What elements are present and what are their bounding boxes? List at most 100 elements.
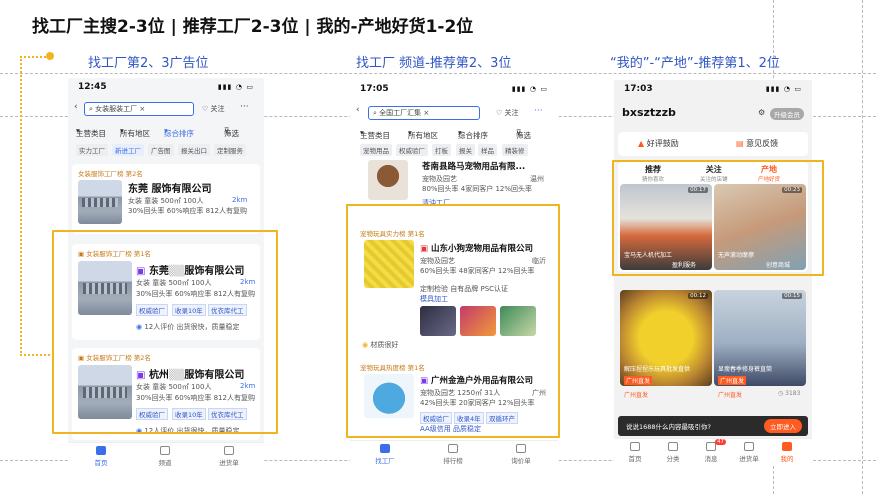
rate-value: 60% <box>166 207 183 215</box>
bottom-tab-bar: 首页 分类 消息 47 进货单 我的 <box>614 438 812 466</box>
chip[interactable]: 定制服务 <box>214 144 246 156</box>
video-card[interactable]: 00:12 解压捏捏乐玩具批发直供 广州直发 <box>620 290 712 386</box>
chip[interactable]: 实力工厂 <box>76 144 108 156</box>
clear-icon[interactable]: × <box>137 105 145 113</box>
filter-label: 主营类目 <box>360 131 390 140</box>
follow-button[interactable]: ♡ 关注 <box>202 104 225 114</box>
company-city: 东莞 <box>128 184 148 195</box>
guide-line <box>0 73 876 74</box>
area: 500㎡ <box>160 197 181 205</box>
more-icon[interactable]: ··· <box>240 102 249 112</box>
filter-sort[interactable]: 综合排序 ▾ <box>164 126 194 138</box>
chip[interactable]: 广告图 <box>148 144 174 156</box>
tab-mine[interactable]: 我的 <box>772 442 802 463</box>
factory-card[interactable]: 女装服饰工厂榜 第2名 东莞 服饰有限公司 女装 童装 500㎡ 100人 2k… <box>72 164 260 234</box>
company-name: 东莞 服饰有限公司 <box>128 180 211 195</box>
filter-region[interactable]: 所有地区 ▾ <box>408 128 438 140</box>
feedback-icon: ▤ <box>736 139 744 148</box>
chip[interactable]: 样品 <box>478 144 497 156</box>
tab-label: 分类 <box>666 455 680 463</box>
filter-label: 主营类目 <box>76 129 106 138</box>
user-icon <box>782 442 792 451</box>
rank-tag: 女装服饰工厂榜 第2名 <box>78 170 143 178</box>
connector-line <box>20 56 50 356</box>
tab-home[interactable]: 首页 <box>86 446 116 467</box>
praise-button[interactable]: ▲ 好评鼓励 <box>638 138 679 149</box>
video-duration: 00:12 <box>688 293 708 299</box>
tab-label: 询价单 <box>511 457 531 465</box>
chip[interactable]: 宠物用品 <box>360 144 392 156</box>
search-input[interactable]: ⌕ 全国工厂汇集 × <box>368 106 480 120</box>
filter-label: 所有地区 <box>408 131 438 140</box>
filter-region[interactable]: 所有地区 ▾ <box>120 126 150 138</box>
action-label: 意见反馈 <box>746 139 779 148</box>
tab-messages[interactable]: 消息 <box>696 442 726 463</box>
view-count-value: 3183 <box>785 390 801 397</box>
chip[interactable]: 报关出口 <box>178 144 210 156</box>
badge: 广州直发 <box>624 376 653 385</box>
filter-label: 所有地区 <box>120 129 150 138</box>
tab-label: 排行榜 <box>443 457 463 465</box>
ranking-icon <box>448 444 458 453</box>
cart-icon <box>224 446 234 455</box>
company-cat: 女装 童装 500㎡ 100人 <box>128 196 203 206</box>
enter-button[interactable]: 立即进入 <box>764 419 802 433</box>
filter-category[interactable]: 主营类目 ▾ <box>360 128 390 140</box>
tab-cart[interactable]: 进货单 <box>734 442 764 463</box>
tab-label: 找工厂 <box>375 457 395 465</box>
filter-label: 筛选 <box>516 131 531 140</box>
video-card[interactable]: 00:15 显瘦春季修身裤直筒 广州直发 <box>714 290 806 386</box>
search-input[interactable]: ⌕ 女装服装工厂 × <box>84 102 194 116</box>
chip[interactable]: 权威验厂 <box>396 144 428 156</box>
back-icon[interactable]: ‹ <box>356 105 360 115</box>
tab-home[interactable]: 首页 <box>620 442 650 463</box>
tab-find-factory[interactable]: 找工厂 <box>370 444 400 465</box>
more-icon[interactable]: ··· <box>534 106 543 116</box>
product-photo <box>368 160 408 200</box>
company-rates: 80%回头率 4家同客户 12%回头率 <box>422 185 533 193</box>
tab-cart[interactable]: 进货单 <box>214 446 244 467</box>
chip[interactable]: 新进工厂 <box>112 144 144 156</box>
tab-inquiry[interactable]: 询价单 <box>506 444 536 465</box>
video-caption: 显瘦春季修身裤直筒 <box>718 366 773 373</box>
vip-badge[interactable]: 升级会员 <box>770 108 804 120</box>
chip[interactable]: 报关 <box>456 144 475 156</box>
filter-category[interactable]: 主营类目 ▾ <box>76 126 106 138</box>
feedback-button[interactable]: ▤ 意见反馈 <box>736 138 778 149</box>
connector-dot <box>46 52 54 60</box>
channel-icon <box>160 446 170 455</box>
chip[interactable]: 打板 <box>432 144 451 156</box>
home-icon <box>96 446 106 455</box>
factory-icon <box>380 444 390 453</box>
rate-value: 30% <box>128 207 144 215</box>
settings-icon[interactable]: ⚙ <box>758 108 765 117</box>
back-icon[interactable]: ‹ <box>74 102 78 112</box>
chip-row: 实力工厂 新进工厂 广告图 报关出口 定制服务 <box>68 142 264 156</box>
filter-button[interactable]: 筛选 ⊽ <box>224 126 239 138</box>
status-bar: 12:45 ▮▮▮ ◔ ▭ <box>68 78 264 96</box>
clear-icon[interactable]: × <box>421 109 429 117</box>
tab-category[interactable]: 分类 <box>658 442 688 463</box>
tab-ranking[interactable]: 排行榜 <box>438 444 468 465</box>
toast-banner: 说说1688什么内容最吸引你? 立即进入 <box>618 416 808 436</box>
thumb-icon: ▲ <box>638 139 645 148</box>
rate-label: 回头率 <box>143 207 165 215</box>
chip[interactable]: 精装修 <box>502 144 528 156</box>
follow-button[interactable]: ♡ 关注 <box>496 108 519 118</box>
highlight-box <box>346 204 560 438</box>
company-suffix: 服饰有限公司 <box>151 184 212 195</box>
category: 女装 童装 <box>128 197 159 205</box>
highlight-box <box>52 230 278 434</box>
tab-channel[interactable]: 频道 <box>150 446 180 467</box>
filter-bar: 主营类目 ▾ 所有地区 ▾ 综合排序 ▾ 筛选 ⊽ <box>68 124 264 138</box>
rate-label: 响应率 <box>182 207 204 215</box>
video-caption: 解压捏捏乐玩具批发直供 <box>624 366 691 373</box>
slide-title: 找工厂主搜2-3位 | 推荐工厂2-3位 | 我的-产地好货1-2位 <box>32 17 474 37</box>
filter-button[interactable]: 筛选 ⊽ <box>516 128 531 140</box>
chip-row: 宠物用品 权威验厂 打板 报关 样品 精装修 <box>350 142 558 156</box>
status-bar: 17:03 ▮▮▮ ◔ ▭ <box>614 80 812 98</box>
company-name: 苍南县路马宠物用品有限... <box>422 162 526 172</box>
follow-label: 关注 <box>504 109 519 117</box>
follow-label: 关注 <box>210 105 225 113</box>
filter-sort[interactable]: 综合排序 ▾ <box>458 128 488 140</box>
